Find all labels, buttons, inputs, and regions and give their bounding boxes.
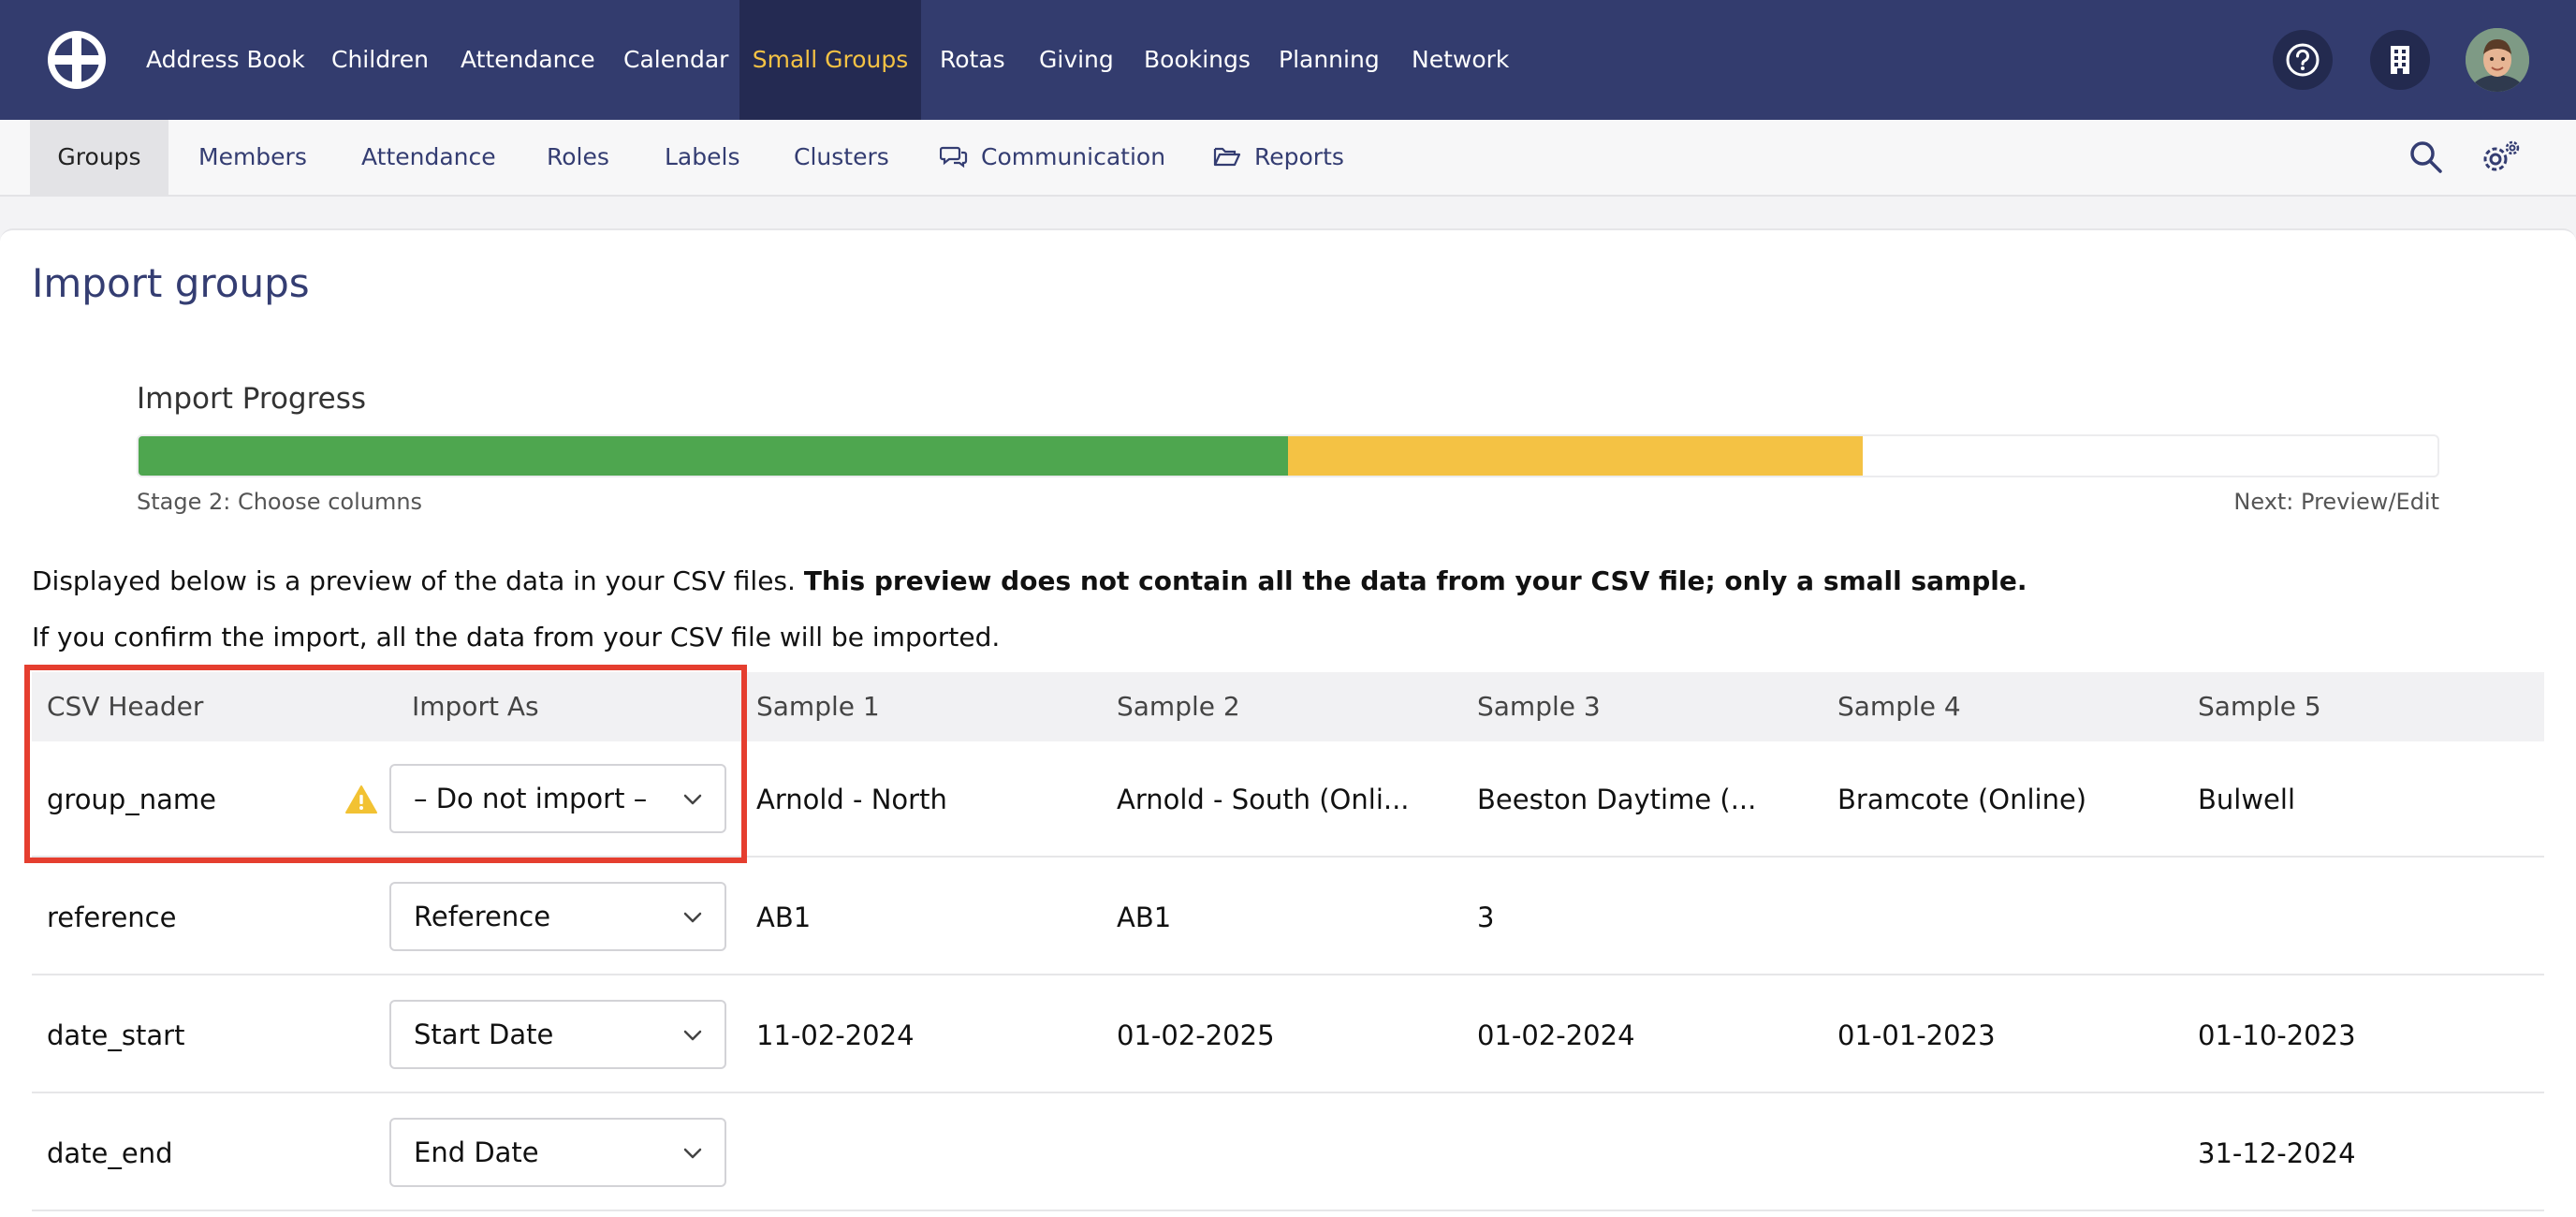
sample-cell: Beeston Daytime (... [1477,784,1757,815]
column-header-sample-4: Sample 4 [1837,691,1961,722]
next-stage-label: Next: Preview/Edit [2233,489,2439,515]
row-csv-header: reference [47,902,177,933]
sample-cell: Bulwell [2198,784,2296,815]
settings-icon[interactable] [2481,139,2522,176]
nav-attendance[interactable]: Attendance [461,0,595,120]
row-csv-header: group_name [47,784,216,815]
tab-groups[interactable]: Groups [30,120,168,195]
nav-planning[interactable]: Planning [1279,0,1380,120]
nav-children[interactable]: Children [331,0,429,120]
sample-cell: 3 [1477,902,1495,933]
column-header-sample-3: Sample 3 [1477,691,1601,722]
column-header-sample-1: Sample 1 [756,691,880,722]
sub-navigation: Groups Members Attendance Roles Labels C… [0,120,2576,197]
nav-bookings[interactable]: Bookings [1144,0,1251,120]
nav-calendar[interactable]: Calendar [623,0,728,120]
sample-cell: AB1 [1117,902,1172,933]
nav-small-groups[interactable]: Small Groups [739,0,921,120]
column-header-import-as: Import As [412,691,539,722]
nav-address-book[interactable]: Address Book [146,0,305,120]
progress-label: Import Progress [137,382,367,416]
import-as-value: Start Date [414,1019,554,1050]
import-as-value: – Do not import – [414,783,648,814]
user-avatar[interactable] [2466,28,2529,92]
row-divider [32,974,2544,975]
warning-icon [345,785,377,814]
help-button[interactable] [2273,30,2333,90]
preview-intro: Displayed below is a preview of the data… [32,565,2027,596]
tab-clusters[interactable]: Clusters [794,120,889,195]
chevron-down-icon [683,1148,702,1159]
import-as-select[interactable]: Start Date [389,1000,726,1069]
nav-network[interactable]: Network [1412,0,1509,120]
tab-labels[interactable]: Labels [665,120,739,195]
app-logo-icon[interactable] [45,28,109,92]
chat-icon [940,146,968,169]
page-title: Import groups [32,260,310,306]
import-progress-bar [137,434,2439,477]
import-as-value: End Date [414,1136,539,1168]
sample-cell: Arnold - North [756,784,947,815]
table-header-row [32,672,2544,741]
avatar-image [2466,28,2529,92]
preview-intro-text: Displayed below is a preview of the data… [32,565,804,596]
column-header-sample-5: Sample 5 [2198,691,2321,722]
help-icon [2286,43,2320,77]
row-csv-header: date_end [47,1137,173,1169]
row-divider [32,856,2544,858]
tab-communication[interactable]: Communication [940,120,1165,195]
progress-completed-segment [139,436,1288,476]
search-icon[interactable] [2408,139,2445,176]
sample-cell: 01-01-2023 [1837,1019,1996,1051]
organisation-button[interactable] [2370,30,2430,90]
preview-intro-bold: This preview does not contain all the da… [803,565,2027,596]
column-header-csv-header: CSV Header [47,691,204,722]
sample-cell: 31-12-2024 [2198,1137,2356,1169]
tab-roles[interactable]: Roles [547,120,609,195]
nav-rotas[interactable]: Rotas [940,0,1005,120]
sample-cell: AB1 [756,902,812,933]
chevron-down-icon [683,794,702,805]
column-header-sample-2: Sample 2 [1117,691,1240,722]
sample-cell: 01-02-2025 [1117,1019,1275,1051]
chevron-down-icon [683,1030,702,1041]
sample-cell: 01-10-2023 [2198,1019,2356,1051]
sample-cell: 11-02-2024 [756,1019,915,1051]
sample-cell: Bramcote (Online) [1837,784,2087,815]
tab-reports[interactable]: Reports [1213,120,1344,195]
stage-label: Stage 2: Choose columns [137,489,423,515]
import-as-value: Reference [414,901,551,932]
row-divider [32,1210,2544,1211]
row-divider [32,1092,2544,1093]
row-csv-header: date_start [47,1019,185,1051]
chevron-down-icon [683,912,702,923]
import-as-select[interactable]: Reference [389,882,726,951]
nav-giving[interactable]: Giving [1039,0,1114,120]
import-note: If you confirm the import, all the data … [32,622,1001,652]
progress-current-segment [1288,436,1863,476]
sample-cell: 01-02-2024 [1477,1019,1635,1051]
tab-reports-label: Reports [1254,143,1344,170]
sample-cell: Arnold - South (Onli... [1117,784,1410,815]
tab-communication-label: Communication [981,143,1166,170]
import-as-select[interactable]: – Do not import – [389,764,726,833]
tab-members[interactable]: Members [198,120,307,195]
folder-open-icon [1213,147,1241,167]
tab-attendance[interactable]: Attendance [361,120,496,195]
top-navigation: Address Book Children Attendance Calenda… [0,0,2576,120]
building-icon [2391,46,2409,74]
import-as-select[interactable]: End Date [389,1118,726,1187]
